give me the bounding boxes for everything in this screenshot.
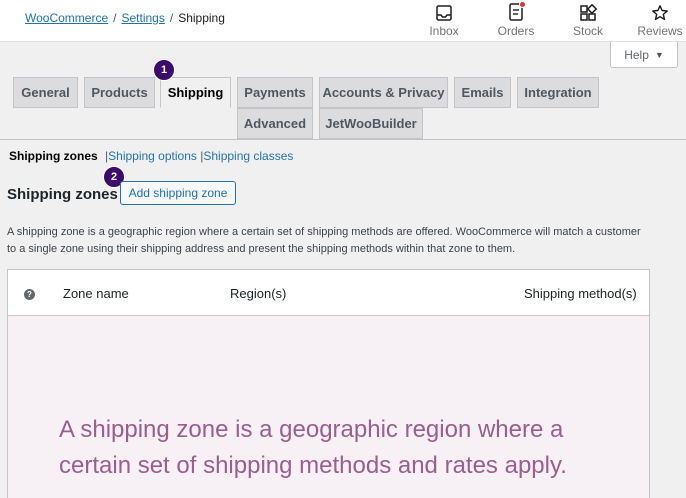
chevron-down-icon: ▼ (654, 49, 664, 60)
tab-integration[interactable]: Integration (517, 77, 599, 108)
column-header-regions: Region(s) (230, 286, 287, 301)
subnav-shipping-classes[interactable]: Shipping classes (203, 149, 293, 163)
tab-accounts-privacy[interactable]: Accounts & Privacy (319, 77, 448, 108)
tab-shipping[interactable]: Shipping (160, 77, 231, 108)
activity-orders[interactable]: Orders (486, 0, 546, 38)
section-description: A shipping zone is a geographic region w… (7, 226, 641, 255)
breadcrumb-current: Shipping (178, 11, 225, 25)
activity-label: Orders (497, 24, 535, 38)
breadcrumb: WooCommerce / Settings / Shipping (25, 11, 225, 25)
breadcrumb-woocommerce-link[interactable]: WooCommerce (25, 11, 108, 25)
subnav-shipping-options[interactable]: Shipping options (108, 149, 197, 163)
add-shipping-zone-button[interactable]: Add shipping zone (120, 181, 236, 205)
activity-stock[interactable]: Stock (558, 0, 618, 38)
tab-jetwoobuilder[interactable]: JetWooBuilder (319, 108, 423, 139)
breadcrumb-separator: / (113, 11, 117, 25)
star-icon (630, 0, 686, 22)
activity-label: Inbox (429, 24, 459, 38)
tab-payments[interactable]: Payments (237, 77, 313, 108)
activity-label: Stock (572, 24, 603, 38)
step-badge: 1 (153, 59, 175, 81)
stock-icon (558, 0, 618, 22)
column-header-shipping-methods: Shipping method(s) (524, 286, 637, 301)
column-header-zone-name: Zone name (63, 286, 129, 301)
table-body-empty: A shipping zone is a geographic region w… (8, 316, 649, 498)
notification-dot (519, 1, 526, 8)
empty-state-message: A shipping zone is a geographic region w… (59, 416, 567, 479)
top-header: WooCommerce / Settings / Shipping Inbox Orde… (0, 0, 686, 42)
page-title: Shipping zones (7, 186, 118, 203)
inbox-icon (414, 0, 474, 22)
help-label: Help (624, 47, 649, 62)
shipping-zones-table: ? Zone name Region(s) Shipping method(s)… (7, 269, 650, 498)
settings-tabs: General Products Shipping Payments Accou… (0, 77, 686, 140)
shipping-subnav: Shipping zones |Shipping options |Shippi… (9, 149, 293, 163)
help-icon[interactable]: ? (24, 289, 35, 300)
tab-advanced[interactable]: Advanced (237, 108, 313, 139)
tab-products[interactable]: Products (84, 77, 155, 108)
breadcrumb-settings-link[interactable]: Settings (121, 11, 164, 25)
tab-emails[interactable]: Emails (454, 77, 511, 108)
orders-icon (486, 0, 546, 22)
help-tab-button[interactable]: Help ▼ (610, 42, 678, 68)
activity-label: Reviews (637, 24, 683, 38)
activity-reviews[interactable]: Reviews (630, 0, 686, 38)
breadcrumb-separator: / (169, 11, 174, 25)
subnav-shipping-zones[interactable]: Shipping zones (9, 149, 98, 163)
tab-general[interactable]: General (13, 77, 78, 108)
activity-inbox[interactable]: Inbox (414, 0, 474, 38)
table-header: ? Zone name Region(s) Shipping method(s) (8, 270, 649, 316)
